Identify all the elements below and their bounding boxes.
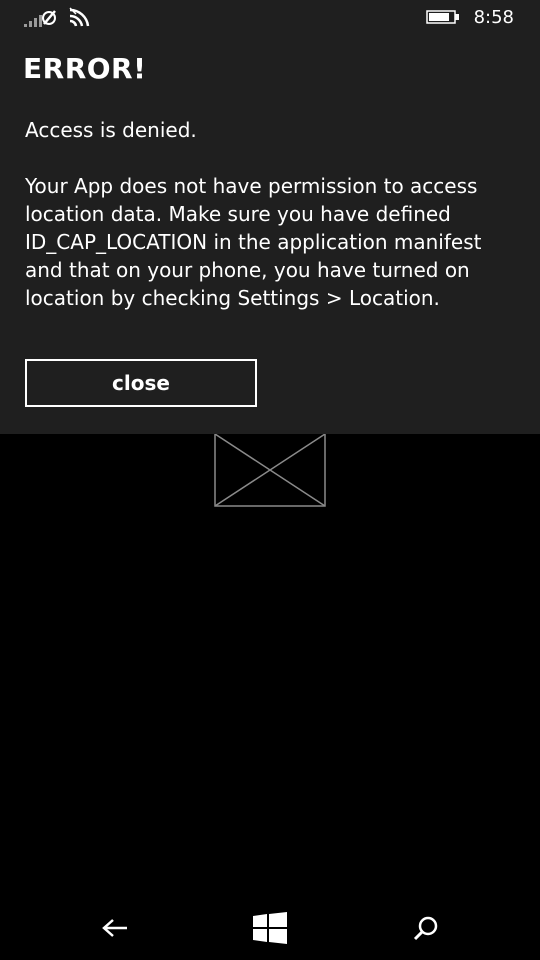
clock: 8:58: [473, 7, 514, 28]
search-icon: [413, 915, 439, 945]
broken-image-icon: [214, 432, 326, 507]
status-bar: 8:58: [0, 0, 540, 36]
search-button[interactable]: [396, 910, 456, 950]
start-button[interactable]: [240, 910, 300, 950]
signal-off-icon: [24, 6, 58, 32]
back-arrow-icon: [101, 918, 129, 942]
status-right: 8:58: [425, 6, 514, 30]
close-button[interactable]: close: [25, 359, 257, 407]
dialog-title: ERROR!: [23, 52, 147, 85]
phone-screen: 8:58 ERROR! Access is denied. Your App d…: [0, 0, 540, 960]
navigation-bar: [0, 900, 540, 960]
dialog-message-body: Your App does not have permission to acc…: [25, 174, 482, 310]
wifi-icon: [68, 6, 92, 32]
status-left: [24, 6, 92, 32]
battery-icon: [425, 9, 460, 28]
error-dialog: 8:58 ERROR! Access is denied. Your App d…: [0, 0, 540, 434]
dialog-message-short: Access is denied.: [25, 118, 197, 142]
windows-start-icon: [253, 912, 287, 948]
back-button[interactable]: [85, 910, 145, 950]
